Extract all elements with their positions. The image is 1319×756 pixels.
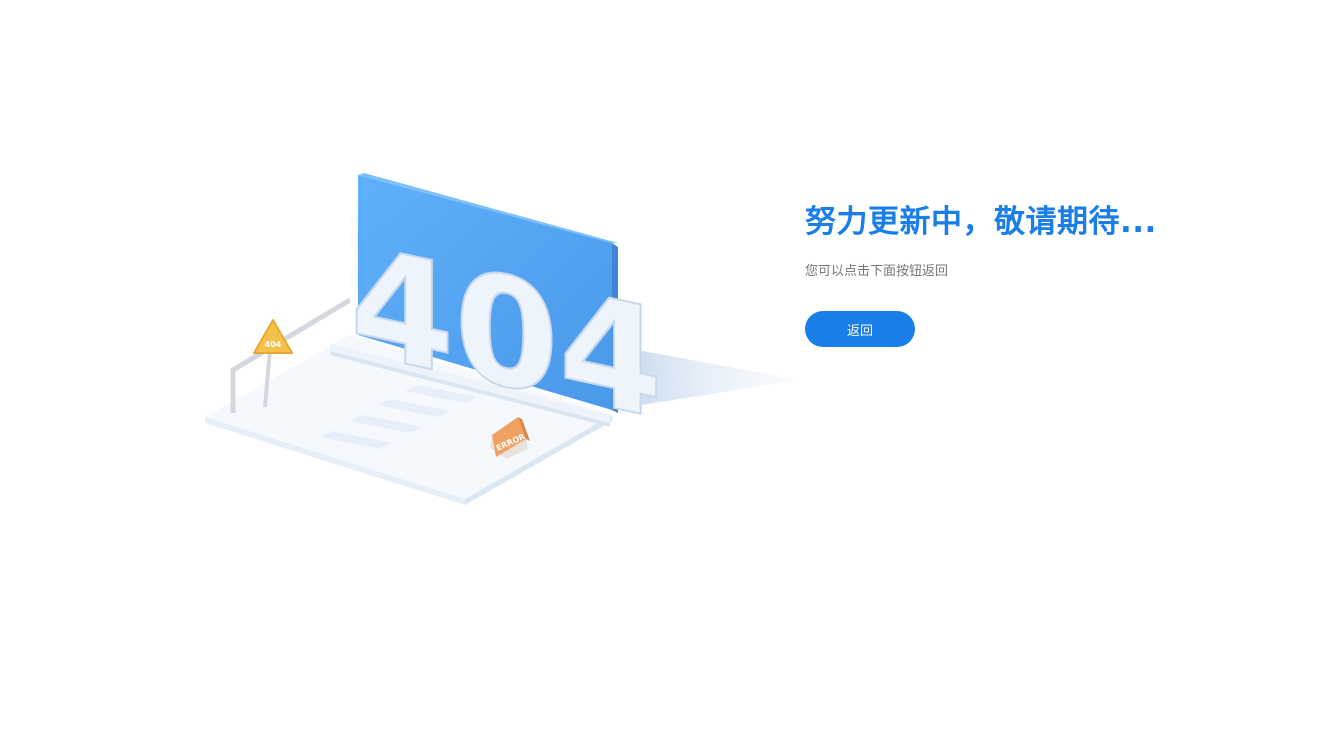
404-illustration: 404 404 ERROR [200, 165, 810, 510]
message-block: 努力更新中，敬请期待... 您可以点击下面按钮返回 返回 [805, 200, 1285, 347]
back-button[interactable]: 返回 [805, 311, 915, 347]
page-subtitle: 您可以点击下面按钮返回 [805, 264, 949, 279]
error-page: 404 404 ERROR 努力更新中，敬请期待... 您可以点击下面按钮返回 [0, 0, 1319, 756]
page-title: 努力更新中，敬请期待... [805, 204, 1157, 240]
warning-sign-text: 404 [265, 340, 282, 349]
